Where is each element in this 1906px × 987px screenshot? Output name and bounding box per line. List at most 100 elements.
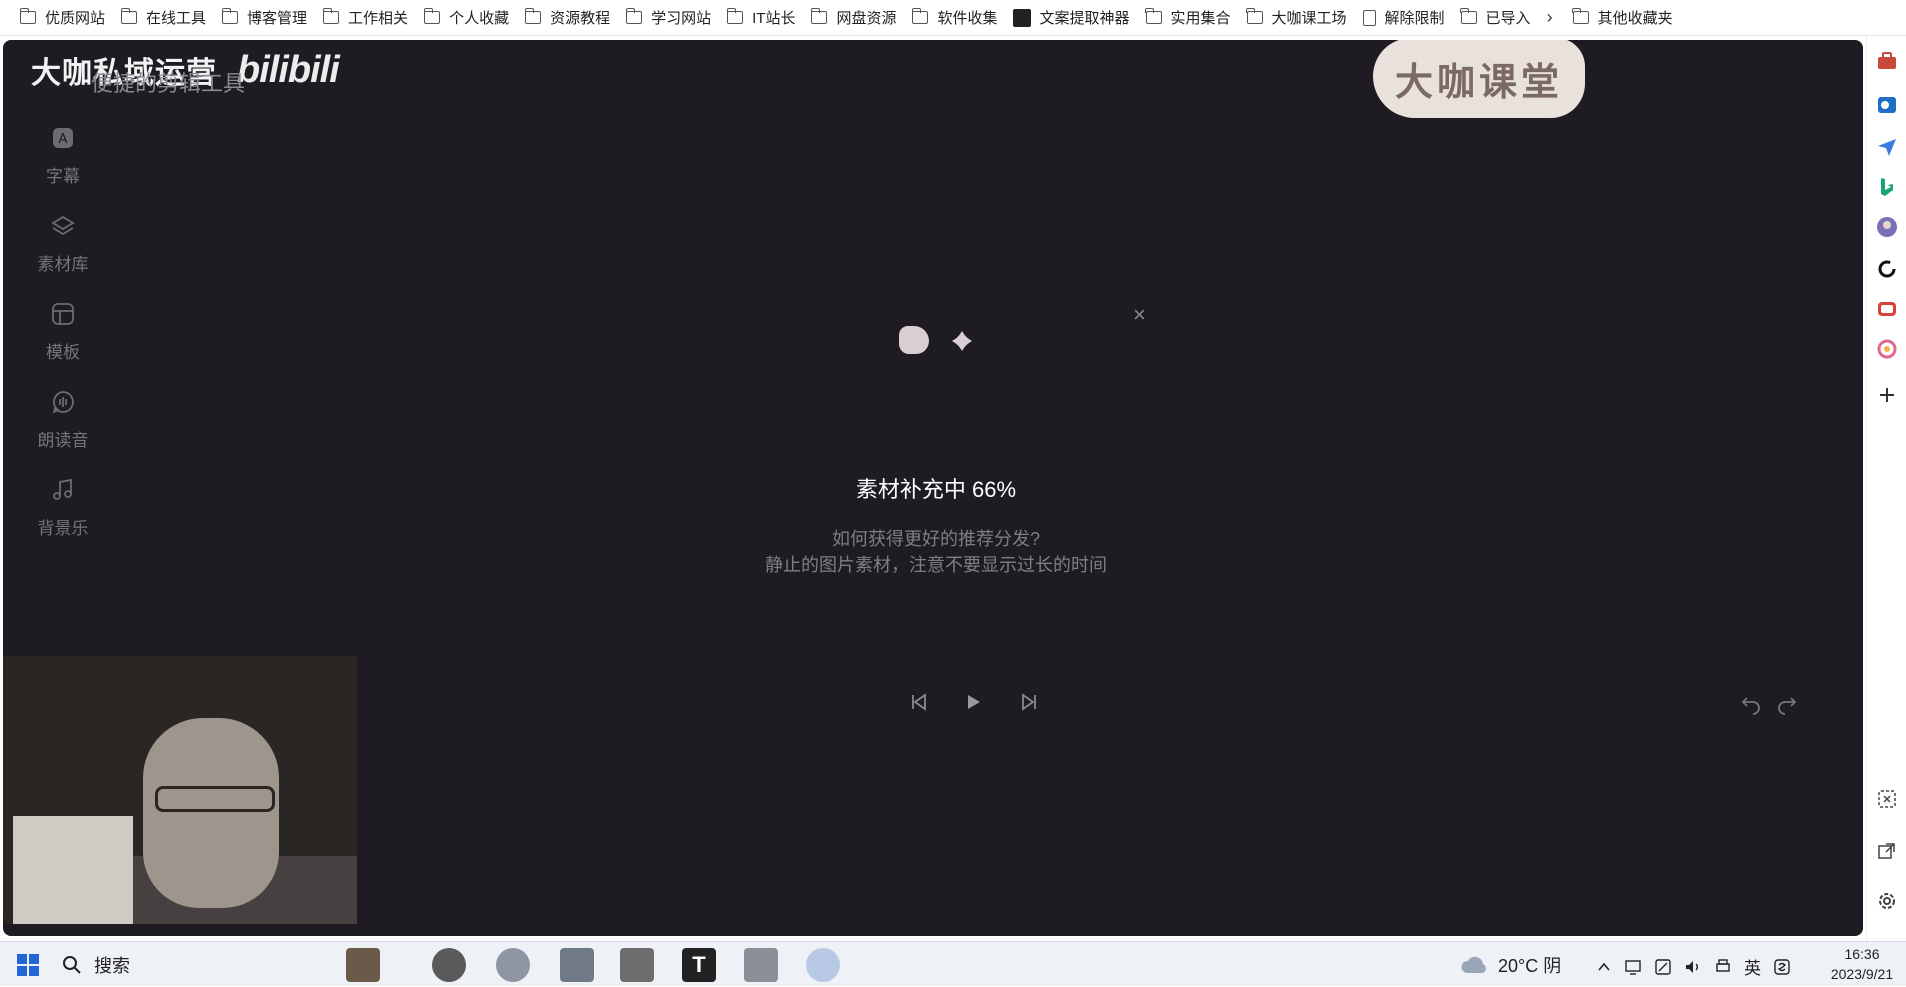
- bookmark-link[interactable]: 解除限制: [1355, 4, 1453, 32]
- taskbar-app-photo[interactable]: [346, 948, 380, 982]
- nav-label: 字幕: [46, 167, 80, 186]
- loading-blob-icon: [899, 326, 929, 354]
- chevron-right-icon[interactable]: ›: [1547, 7, 1553, 28]
- search-icon: [63, 956, 81, 974]
- windows-start-icon[interactable]: [17, 954, 39, 976]
- doc-icon: [1362, 9, 1376, 26]
- game-icon[interactable]: [1876, 298, 1898, 320]
- bookmark-folder[interactable]: 学习网站: [618, 4, 719, 32]
- redo-icon[interactable]: [1775, 692, 1799, 716]
- system-clock[interactable]: 16:36 2023/9/21: [1818, 944, 1906, 984]
- bookmarks-bar: 优质网站 在线工具 博客管理 工作相关 个人收藏 资源教程 学习网站 IT站长 …: [0, 0, 1906, 36]
- bookmark-label: 文案提取神器: [1039, 10, 1130, 27]
- nav-item-materials[interactable]: 素材库: [23, 208, 103, 296]
- sogou-icon[interactable]: [1773, 958, 1791, 976]
- chevron-up-icon[interactable]: [1596, 959, 1612, 975]
- close-icon[interactable]: ×: [1133, 302, 1146, 328]
- screenshot-icon[interactable]: [1876, 788, 1898, 810]
- bookmark-folder[interactable]: 工作相关: [315, 4, 416, 32]
- webcam-overlay: [3, 656, 357, 924]
- avatar-icon[interactable]: [1876, 216, 1898, 238]
- other-bookmarks[interactable]: 其他收藏夹: [1565, 4, 1681, 32]
- bookmark-folder[interactable]: 资源教程: [517, 4, 618, 32]
- bing-icon[interactable]: [1876, 176, 1898, 198]
- bookmark-folder[interactable]: 个人收藏: [416, 4, 517, 32]
- folder-icon: [120, 8, 138, 24]
- watermark-text: 大咖课堂: [1394, 61, 1563, 104]
- add-icon[interactable]: [1876, 384, 1898, 406]
- bookmark-folder[interactable]: IT站长: [719, 4, 803, 32]
- bookmark-folder[interactable]: 大咖课工场: [1239, 4, 1355, 32]
- history-controls: [1739, 692, 1799, 716]
- windows-taskbar: 搜索 T 20°C 阴 英 16:36 2023/9/21: [0, 941, 1906, 986]
- monitor-icon[interactable]: [1624, 958, 1642, 976]
- folder-icon: [625, 8, 643, 24]
- voice-icon: [51, 390, 75, 414]
- bookmark-folder[interactable]: 网盘资源: [803, 4, 904, 32]
- bookmark-label: 优质网站: [45, 10, 106, 27]
- gear-icon[interactable]: [1876, 890, 1898, 912]
- bookmark-label: 学习网站: [651, 10, 712, 27]
- nav-item-voice[interactable]: 朗读音: [23, 384, 103, 472]
- bookmark-label: IT站长: [752, 10, 796, 27]
- bookmark-folder[interactable]: 已导入: [1453, 4, 1539, 32]
- taskbar-app-video[interactable]: [432, 948, 466, 982]
- nav-item-template[interactable]: 模板: [23, 296, 103, 384]
- outlook-icon[interactable]: [1876, 94, 1898, 116]
- taskbar-app-paint[interactable]: [620, 948, 654, 982]
- taskbar-app-typora-icon[interactable]: T: [682, 948, 716, 982]
- system-tray: 20°C 阴: [1460, 942, 1561, 987]
- clock-time: 16:36: [1844, 946, 1880, 962]
- cloud-icon: [1461, 956, 1486, 973]
- send-icon[interactable]: [1876, 136, 1898, 158]
- template-icon: [51, 302, 75, 326]
- taskbar-app-editor[interactable]: [560, 948, 594, 982]
- nav-label: 模板: [46, 343, 80, 362]
- bookmark-label: 已导入: [1485, 10, 1531, 27]
- undo-icon[interactable]: [1739, 692, 1763, 716]
- bookmark-folder[interactable]: 在线工具: [113, 4, 214, 32]
- volume-icon[interactable]: [1684, 958, 1702, 976]
- loading-star-icon: [952, 331, 972, 351]
- app-icon: [1013, 8, 1032, 27]
- toolbox-icon[interactable]: [1876, 50, 1898, 72]
- edit-icon[interactable]: [1654, 958, 1672, 976]
- webcam-glasses: [155, 786, 275, 812]
- flower-icon[interactable]: [1876, 338, 1898, 360]
- taskbar-app-files[interactable]: [744, 948, 778, 982]
- next-icon[interactable]: [1017, 690, 1041, 714]
- bookmark-link[interactable]: 文案提取神器: [1005, 4, 1137, 32]
- folder-icon: [1145, 8, 1162, 24]
- play-icon[interactable]: [961, 690, 985, 714]
- bookmark-folder[interactable]: 实用集合: [1138, 4, 1239, 32]
- svg-text:A: A: [59, 132, 68, 147]
- taskbar-app-browser[interactable]: [496, 948, 530, 982]
- printer-icon[interactable]: [1714, 958, 1732, 976]
- tray-icons: 英: [1596, 954, 1791, 979]
- brand-subtitle: 便捷的剪辑工具: [91, 71, 246, 96]
- folder-icon: [19, 8, 36, 24]
- ime-indicator[interactable]: 英: [1744, 954, 1761, 979]
- weather-status[interactable]: 20°C 阴: [1498, 952, 1561, 978]
- bookmark-folder[interactable]: 博客管理: [214, 4, 315, 32]
- bookmark-folder[interactable]: 软件收集: [904, 4, 1005, 32]
- bookmark-label: 工作相关: [348, 10, 409, 27]
- refresh-ring-icon[interactable]: [1876, 258, 1898, 280]
- browser-sidebar: [1866, 36, 1906, 941]
- bookmark-label: 软件收集: [937, 10, 998, 27]
- nav-item-subtitle[interactable]: A 字幕: [23, 120, 103, 208]
- bookmark-label: 网盘资源: [836, 10, 897, 27]
- previous-icon[interactable]: [907, 690, 931, 714]
- layers-icon: [51, 214, 75, 238]
- bookmark-label: 大咖课工场: [1271, 10, 1347, 27]
- bookmark-label: 实用集合: [1170, 10, 1231, 27]
- bookmark-label: 资源教程: [550, 10, 611, 27]
- brand-header: 大咖私域运营 便捷的剪辑工具 bilibili: [31, 48, 340, 97]
- nav-label: 朗读音: [37, 431, 89, 450]
- folder-icon: [221, 8, 239, 24]
- taskbar-app-flower[interactable]: [806, 948, 840, 982]
- taskbar-search[interactable]: 搜索: [62, 948, 338, 982]
- bookmark-label: 其他收藏夹: [1597, 10, 1673, 27]
- open-external-icon[interactable]: [1876, 840, 1898, 862]
- bookmark-folder[interactable]: 优质网站: [12, 4, 113, 32]
